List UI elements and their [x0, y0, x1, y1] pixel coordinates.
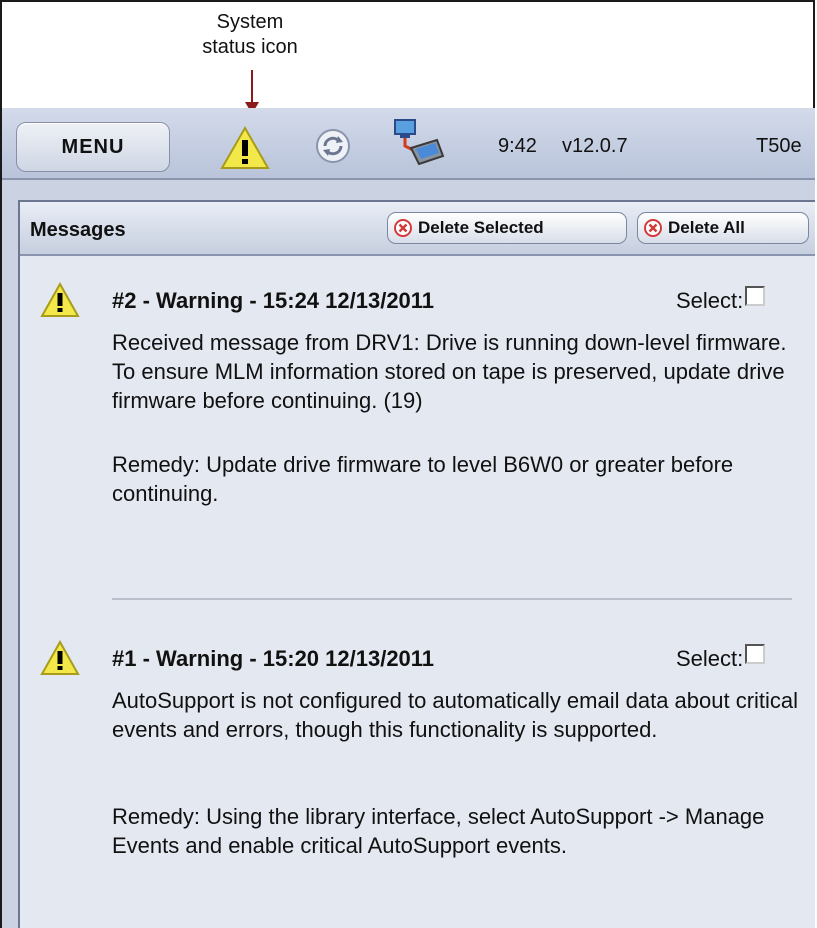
menu-button[interactable]: MENU [16, 122, 170, 172]
message-body: Received message from DRV1: Drive is run… [112, 330, 787, 413]
messages-panel: Messages Delete Selected Delete All #2 -… [18, 200, 815, 928]
message-timestamp: - 15:24 12/13/2011 [243, 288, 435, 313]
select-label: Select: [676, 646, 744, 671]
message-body: AutoSupport is not configured to automat… [112, 688, 799, 742]
network-icon[interactable] [389, 118, 445, 175]
message-severity: Warning [156, 288, 244, 313]
delete-icon [394, 219, 412, 237]
messages-header: Messages Delete Selected Delete All [20, 202, 815, 256]
message-title: #1 - Warning - 15:20 12/13/2011 [112, 646, 434, 672]
message-divider [112, 598, 792, 600]
message-remedy: Remedy: Update drive firmware to level B… [112, 452, 734, 506]
clock-time: 9:42 [498, 135, 537, 157]
message-remedy: Remedy: Using the library interface, sel… [112, 804, 765, 858]
delete-all-label: Delete All [668, 218, 745, 237]
callout-line-2: status icon [202, 36, 298, 58]
messages-title: Messages [30, 219, 126, 241]
library-model: T50e [756, 135, 802, 157]
message-title: #2 - Warning - 15:24 12/13/2011 [112, 288, 434, 314]
message-timestamp: - 15:20 12/13/2011 [243, 646, 435, 671]
select-checkbox[interactable] [745, 644, 766, 664]
delete-all-button[interactable]: Delete All [637, 212, 809, 244]
sync-icon[interactable] [314, 127, 352, 170]
top-bar: MENU 9:42 v12.0.7 T50e [2, 108, 815, 180]
message-select: Select: [676, 286, 766, 314]
select-checkbox[interactable] [745, 286, 766, 306]
callout-line-1: System [216, 11, 284, 33]
select-label: Select: [676, 288, 744, 313]
callout-label: System status icon [175, 10, 325, 60]
system-status-warning-icon[interactable] [220, 125, 270, 175]
firmware-version: v12.0.7 [562, 135, 628, 157]
message-number: #2 - [112, 288, 157, 313]
delete-selected-button[interactable]: Delete Selected [387, 212, 627, 244]
callout-arrow-line [251, 70, 253, 105]
warning-icon [40, 639, 80, 681]
message-number: #1 - [112, 646, 157, 671]
message-severity: Warning [156, 646, 244, 671]
delete-icon [644, 219, 662, 237]
delete-selected-label: Delete Selected [418, 218, 544, 237]
message-select: Select: [676, 644, 766, 672]
warning-icon [40, 281, 80, 323]
